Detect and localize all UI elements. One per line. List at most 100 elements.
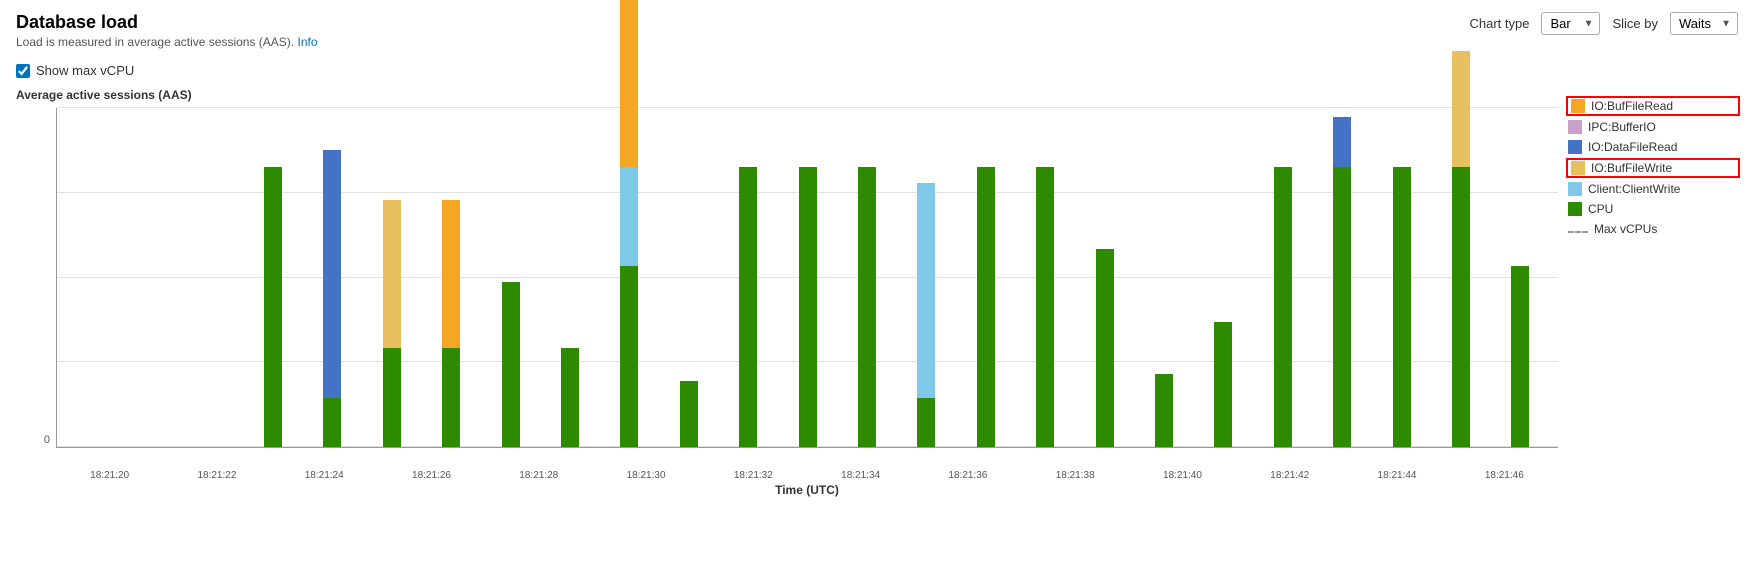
bar-segment-buffilewrite <box>1452 51 1470 167</box>
bar-stack <box>502 282 520 447</box>
x-axis-tick-label: 18:21:34 <box>841 470 880 481</box>
page-title: Database load <box>16 12 318 33</box>
bar-segment-cpu <box>383 348 401 447</box>
bar-segment-clientwrite <box>620 167 638 266</box>
bar-group <box>65 108 124 447</box>
header-left: Database load Load is measured in averag… <box>16 12 318 49</box>
bar-group <box>481 108 540 447</box>
bar-group <box>778 108 837 447</box>
bar-stack <box>1452 51 1470 447</box>
bar-group <box>1194 108 1253 447</box>
bar-stack <box>1096 249 1114 447</box>
bar-stack <box>739 167 757 448</box>
x-axis-title: Time (UTC) <box>16 483 1558 497</box>
x-axis-tick-label: 18:21:24 <box>305 470 344 481</box>
legend-swatch <box>1571 99 1585 113</box>
bar-group <box>362 108 421 447</box>
bar-stack <box>383 200 401 448</box>
legend-swatch-dashed <box>1568 231 1588 233</box>
x-axis-tick-label: 18:21:20 <box>90 470 129 481</box>
controls: Show max vCPU <box>0 57 1754 84</box>
bar-segment-cpu <box>1452 167 1470 448</box>
bar-segment-cpu <box>1214 322 1232 447</box>
bar-stack <box>561 348 579 447</box>
bar-segment-cpu <box>680 381 698 447</box>
legend-item: IO:BufFileWrite <box>1568 160 1738 176</box>
bar-segment-cpu <box>917 398 935 448</box>
bar-stack <box>323 150 341 447</box>
bar-group <box>1016 108 1075 447</box>
legend-item: CPU <box>1568 202 1738 216</box>
legend-item: Max vCPUs <box>1568 222 1738 236</box>
show-max-vcpu-checkbox[interactable] <box>16 64 30 78</box>
bar-stack <box>1214 322 1232 447</box>
bar-segment-cpu <box>1036 167 1054 448</box>
bar-stack <box>680 381 698 447</box>
bar-stack <box>858 167 876 448</box>
bar-group <box>1491 108 1550 447</box>
x-axis-tick-label: 18:21:40 <box>1163 470 1202 481</box>
bar-group <box>1313 108 1372 447</box>
bars-container <box>57 108 1558 447</box>
bar-stack <box>1333 117 1351 447</box>
bar-group <box>897 108 956 447</box>
bar-segment-cpu <box>1155 374 1173 447</box>
bar-stack <box>1511 266 1529 448</box>
bar-group <box>1253 108 1312 447</box>
bar-stack <box>442 200 460 448</box>
bar-segment-buffileread <box>442 200 460 349</box>
header-right: Chart type Bar Line Slice by Waits SQL U… <box>1469 12 1738 35</box>
legend-swatch <box>1568 120 1582 134</box>
bar-segment-cpu <box>799 167 817 448</box>
legend-item: Client:ClientWrite <box>1568 182 1738 196</box>
bar-segment-cpu <box>977 167 995 448</box>
bar-segment-databufread <box>323 150 341 398</box>
bar-segment-cpu <box>264 167 282 448</box>
info-link[interactable]: Info <box>297 35 317 49</box>
bar-group <box>1075 108 1134 447</box>
bar-stack <box>917 183 935 447</box>
legend-item: IO:DataFileRead <box>1568 140 1738 154</box>
bar-segment-databufread <box>1333 117 1351 167</box>
bar-stack <box>1393 167 1411 448</box>
x-axis-tick-label: 18:21:44 <box>1378 470 1417 481</box>
bar-segment-cpu <box>858 167 876 448</box>
x-axis-tick-label: 18:21:22 <box>197 470 236 481</box>
bar-stack <box>977 167 995 448</box>
show-max-vcpu-row: Show max vCPU <box>16 63 1738 78</box>
slice-by-label: Slice by <box>1612 16 1658 31</box>
bar-segment-cpu <box>561 348 579 447</box>
bar-segment-cpu <box>620 266 638 448</box>
legend-item: IPC:BufferIO <box>1568 120 1738 134</box>
legend-label: IPC:BufferIO <box>1588 120 1656 134</box>
bar-stack <box>1155 374 1173 447</box>
chart-type-label: Chart type <box>1469 16 1529 31</box>
slice-by-select[interactable]: Waits SQL Users <box>1670 12 1738 35</box>
legend-swatch <box>1571 161 1585 175</box>
bar-group <box>718 108 777 447</box>
bar-stack <box>799 167 817 448</box>
chart-type-select[interactable]: Bar Line <box>1541 12 1600 35</box>
x-axis-tick-label: 18:21:32 <box>734 470 773 481</box>
chart-container: 0 <box>16 108 1558 468</box>
bar-segment-cpu <box>323 398 341 448</box>
bar-group <box>837 108 896 447</box>
bar-stack <box>1274 167 1292 448</box>
bar-segment-clientwrite <box>917 183 935 398</box>
subtitle: Load is measured in average active sessi… <box>16 35 318 49</box>
x-axis-tick-label: 18:21:42 <box>1270 470 1309 481</box>
show-max-vcpu-label[interactable]: Show max vCPU <box>36 63 134 78</box>
chart-type-select-wrapper: Bar Line <box>1541 12 1600 35</box>
bar-group <box>124 108 183 447</box>
legend: IO:BufFileRead IPC:BufferIO IO:DataFileRea… <box>1558 88 1738 497</box>
bar-group <box>303 108 362 447</box>
x-axis-tick-label: 18:21:30 <box>627 470 666 481</box>
legend-item: IO:BufFileRead <box>1568 98 1738 114</box>
y-tick: 0 <box>44 434 50 446</box>
bar-segment-cpu <box>1393 167 1411 448</box>
page-wrapper: Database load Load is measured in averag… <box>0 0 1754 497</box>
x-axis-tick-label: 18:21:28 <box>519 470 558 481</box>
bar-stack <box>264 167 282 448</box>
bar-segment-cpu <box>1096 249 1114 447</box>
x-axis-tick-label: 18:21:36 <box>948 470 987 481</box>
